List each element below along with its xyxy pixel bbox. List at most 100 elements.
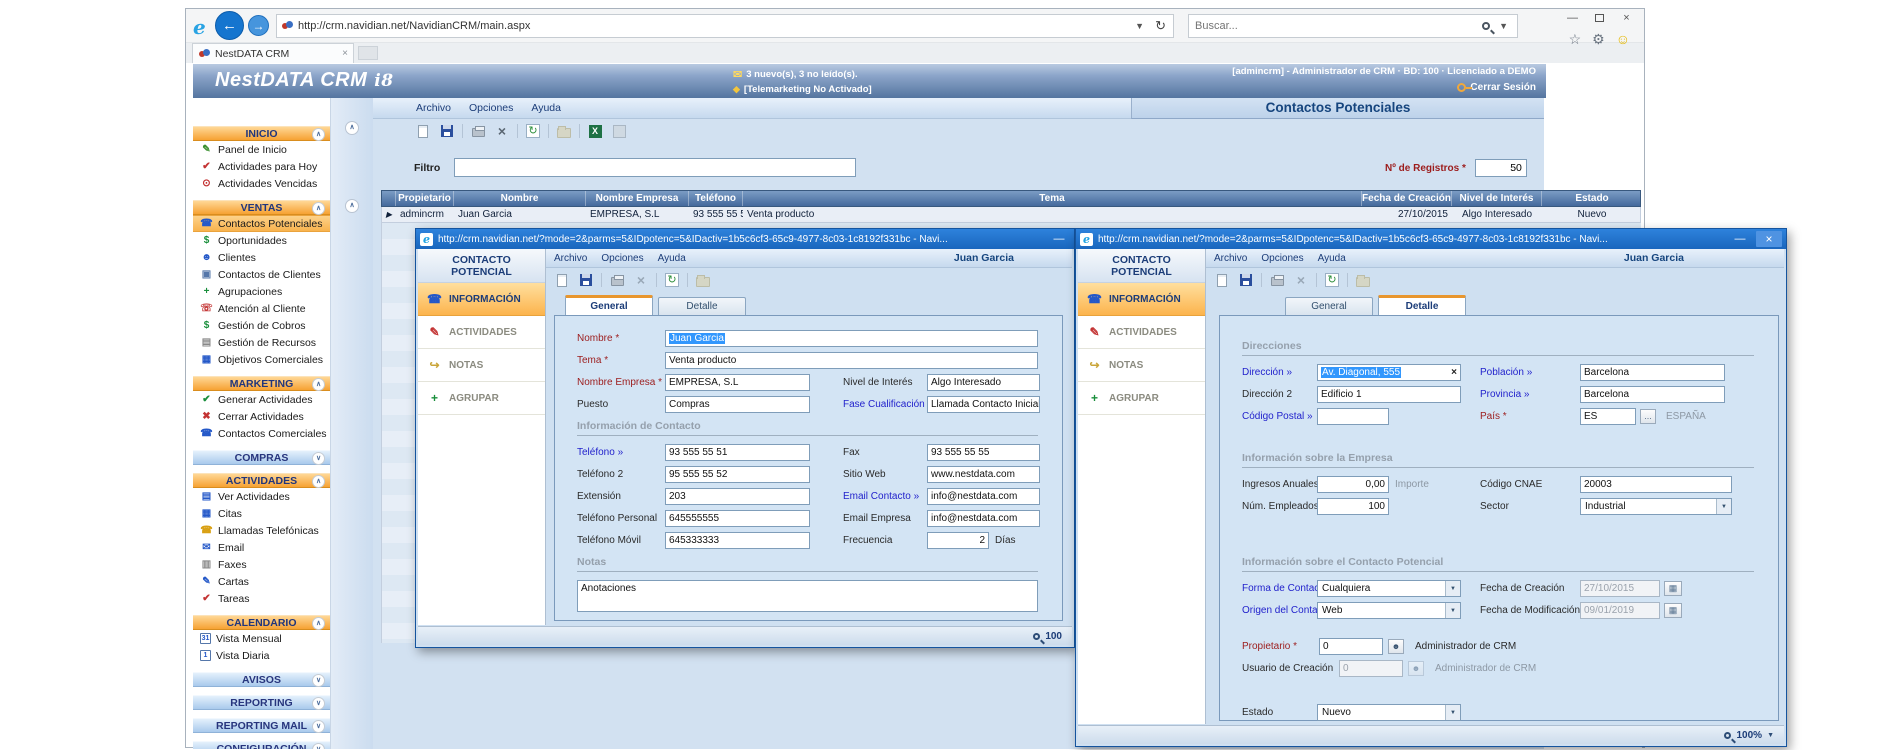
url-input[interactable]: [298, 20, 1127, 32]
search-box[interactable]: ▼: [1188, 14, 1518, 38]
popup-close-icon[interactable]: ×: [1756, 231, 1782, 247]
popup-nav-agrupar[interactable]: + AGRUPAR: [418, 382, 545, 415]
popup-nav-actividades[interactable]: ✎ ACTIVIDADES: [1078, 316, 1205, 349]
save-button[interactable]: [438, 122, 456, 140]
popup-nav-notas[interactable]: ↪ NOTAS: [418, 349, 545, 382]
clear-field-icon[interactable]: ×: [1451, 367, 1457, 378]
sidebar-item-cartas[interactable]: ✎Cartas: [193, 573, 330, 590]
poblacion-input[interactable]: Barcelona: [1580, 364, 1725, 381]
popup-nav-actividades[interactable]: ✎ ACTIVIDADES: [418, 316, 545, 349]
url-dropdown-icon[interactable]: ▼: [1132, 21, 1147, 31]
sidebar-section-inicio[interactable]: INICIO∧: [193, 126, 330, 141]
sidebar-item-email[interactable]: ✉Email: [193, 539, 330, 556]
menu-archivo[interactable]: Archivo: [554, 253, 587, 264]
sidebar-section-configuracion[interactable]: CONFIGURACIÓN∨: [193, 741, 330, 749]
collapse-chevron-icon[interactable]: ∧: [312, 202, 325, 215]
folder-button[interactable]: [1354, 271, 1372, 289]
telefono-label[interactable]: Teléfono »: [577, 447, 665, 458]
mail-notification[interactable]: ✉ 3 nuevo(s), 3 no leído(s).: [733, 67, 872, 82]
tab-close-icon[interactable]: ×: [342, 48, 348, 59]
print-button[interactable]: [469, 122, 487, 140]
refresh-record-button[interactable]: ↻: [524, 122, 542, 140]
tab-general[interactable]: General: [1285, 297, 1373, 315]
telefono2-input[interactable]: 95 555 55 52: [665, 466, 810, 483]
close-icon[interactable]: ×: [1613, 9, 1640, 26]
menu-archivo[interactable]: Archivo: [416, 102, 451, 114]
cnae-input[interactable]: 20003: [1580, 476, 1732, 493]
sidebar-section-calendario[interactable]: CALENDARIO∧: [193, 615, 330, 630]
nombre-input[interactable]: Juan Garcia: [665, 330, 1038, 347]
sidebar-section-ventas[interactable]: VENTAS∧: [193, 200, 330, 215]
zoom-dropdown-icon[interactable]: ▼: [1767, 732, 1774, 739]
popup-nav-informacion[interactable]: ☎ INFORMACIÓN: [418, 283, 545, 316]
sidebar-section-marketing[interactable]: MARKETING∧: [193, 376, 330, 391]
collapse-chevron-icon[interactable]: ∧: [312, 617, 325, 630]
zoom-magnifier-icon[interactable]: [1724, 732, 1731, 739]
emailempresa-input[interactable]: info@nestdata.com: [927, 510, 1040, 527]
menu-opciones[interactable]: Opciones: [469, 102, 513, 114]
extension-input[interactable]: 203: [665, 488, 810, 505]
zoom-magnifier-icon[interactable]: [1033, 633, 1040, 640]
sidebar-item-oportunidades[interactable]: $Oportunidades: [193, 232, 330, 249]
ingresos-input[interactable]: 0,00: [1317, 476, 1389, 493]
maximize-icon[interactable]: [1586, 9, 1613, 26]
new-tab-button[interactable]: [358, 46, 378, 60]
print-button[interactable]: [608, 271, 626, 289]
sidebar-item-llamadas-telefonicas[interactable]: ☎Llamadas Telefónicas: [193, 522, 330, 539]
sidebar-item-tareas[interactable]: ✔Tareas: [193, 590, 330, 607]
propietario-lookup-button[interactable]: ☻: [1388, 639, 1404, 654]
settings-gear-icon[interactable]: ⚙: [1592, 31, 1605, 48]
sidebar-splitter[interactable]: ∧ ∧: [331, 98, 373, 749]
sidebar-section-reporting[interactable]: REPORTING∨: [193, 695, 330, 710]
nivel-input[interactable]: Algo Interesado: [927, 374, 1040, 391]
popup-nav-notas[interactable]: ↪ NOTAS: [1078, 349, 1205, 382]
column-header[interactable]: Tema: [743, 191, 1362, 206]
excel-export-button[interactable]: X: [586, 122, 604, 140]
minimize-icon[interactable]: —: [1559, 9, 1586, 26]
search-input[interactable]: [1195, 20, 1476, 32]
pais-lookup-button[interactable]: …: [1640, 409, 1656, 424]
expand-chevron-icon[interactable]: ∨: [312, 452, 325, 465]
sidebar-item-objetivos-comerciales[interactable]: ▦Objetivos Comerciales: [193, 351, 330, 368]
direccion-input[interactable]: Av. Diagonal, 555 ×: [1317, 364, 1461, 381]
collapse-panel-icon[interactable]: ∧: [345, 121, 359, 135]
collapse-chevron-icon[interactable]: ∧: [312, 128, 325, 141]
sidebar-item-ver-actividades[interactable]: ▤Ver Actividades: [193, 488, 330, 505]
save-button[interactable]: [577, 271, 595, 289]
sidebar-item-vista-mensual[interactable]: 31Vista Mensual: [193, 630, 330, 647]
forma-contacto-select[interactable]: Cualquiera ▼: [1317, 580, 1461, 597]
popup-nav-informacion[interactable]: ☎ INFORMACIÓN: [1078, 283, 1205, 316]
sidebar-item-gestion-de-cobros[interactable]: $Gestión de Cobros: [193, 317, 330, 334]
save-button[interactable]: [1237, 271, 1255, 289]
records-input[interactable]: [1475, 159, 1527, 177]
menu-ayuda[interactable]: Ayuda: [531, 102, 561, 114]
collapse-panel-icon[interactable]: ∧: [345, 199, 359, 213]
favorites-star-icon[interactable]: ☆: [1569, 31, 1582, 48]
refresh-icon[interactable]: ↻: [1152, 18, 1169, 34]
direccion2-input[interactable]: Edificio 1: [1317, 386, 1461, 403]
tab-general[interactable]: General: [565, 295, 653, 315]
sidebar-item-panel-de-inicio[interactable]: ✎Panel de Inicio: [193, 141, 330, 158]
codigo-postal-label[interactable]: Código Postal »: [1242, 411, 1317, 422]
zoom-level[interactable]: 100: [1045, 631, 1062, 642]
sidebar-item-cerrar-actividades[interactable]: ✖Cerrar Actividades: [193, 408, 330, 425]
sitioweb-input[interactable]: www.nestdata.com: [927, 466, 1040, 483]
filter-input[interactable]: [454, 158, 856, 177]
zoom-level[interactable]: 100%: [1736, 730, 1762, 741]
column-header[interactable]: Estado: [1542, 191, 1642, 206]
empresa-input[interactable]: EMPRESA, S.L: [665, 374, 810, 391]
telemarketing-notification[interactable]: ◆ [Telemarketing No Activado]: [733, 82, 872, 97]
tab-detalle[interactable]: Detalle: [1378, 295, 1466, 315]
print-button[interactable]: [1268, 271, 1286, 289]
direccion-label[interactable]: Dirección »: [1242, 367, 1317, 378]
sidebar-item-contactos-de-clientes[interactable]: ▣Contactos de Clientes: [193, 266, 330, 283]
column-header[interactable]: Nivel de Interés: [1452, 191, 1542, 206]
sidebar-item-actividades-vencidas[interactable]: ⊙Actividades Vencidas: [193, 175, 330, 192]
frecuencia-input[interactable]: 2: [927, 532, 989, 549]
popup-title-bar[interactable]: e http://crm.navidian.net/?mode=2&parms=…: [416, 229, 1074, 249]
search-icon[interactable]: [1482, 22, 1490, 30]
menu-ayuda[interactable]: Ayuda: [658, 253, 686, 264]
delete-button[interactable]: ×: [1292, 271, 1310, 289]
collapse-chevron-icon[interactable]: ∧: [312, 475, 325, 488]
export-button[interactable]: [610, 122, 628, 140]
